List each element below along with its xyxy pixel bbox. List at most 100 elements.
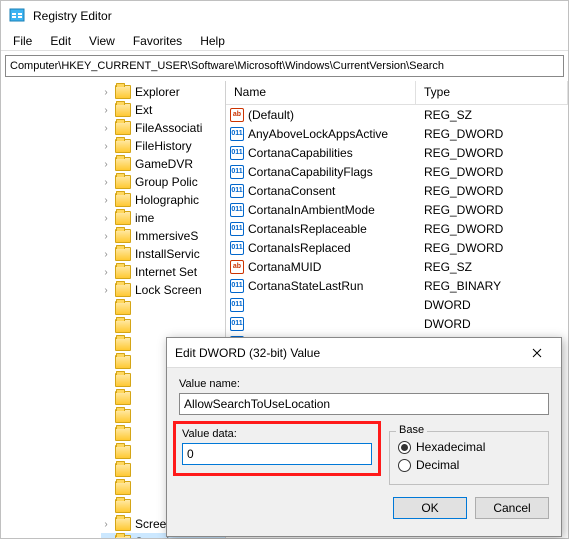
tree-item[interactable]: › Lock Screen bbox=[101, 281, 225, 299]
folder-icon bbox=[115, 85, 131, 99]
tree-item[interactable]: › FileHistory bbox=[101, 137, 225, 155]
reg-binary-icon: 011 bbox=[230, 184, 244, 198]
radio-hexadecimal[interactable]: Hexadecimal bbox=[398, 440, 540, 454]
menu-help[interactable]: Help bbox=[192, 32, 233, 50]
list-row[interactable]: abCortanaMUIDREG_SZ bbox=[226, 257, 568, 276]
folder-icon bbox=[115, 211, 131, 225]
tree-item[interactable]: › FileAssociati bbox=[101, 119, 225, 137]
tree-item[interactable]: › Explorer bbox=[101, 83, 225, 101]
menu-view[interactable]: View bbox=[81, 32, 123, 50]
tree-item-label: Explorer bbox=[135, 85, 180, 99]
radio-dec-label: Decimal bbox=[416, 458, 459, 472]
value-type: REG_DWORD bbox=[416, 222, 568, 236]
value-data-input[interactable] bbox=[182, 443, 372, 465]
edit-dword-dialog: Edit DWORD (32-bit) Value Value name: Va… bbox=[166, 337, 562, 537]
list-row[interactable]: 011CortanaConsentREG_DWORD bbox=[226, 181, 568, 200]
reg-binary-icon: 011 bbox=[230, 165, 244, 179]
reg-sz-icon: ab bbox=[230, 260, 244, 274]
tree-item-label: Holographic bbox=[135, 193, 199, 207]
value-name: CortanaCapabilityFlags bbox=[248, 165, 373, 179]
menu-file[interactable]: File bbox=[5, 32, 40, 50]
folder-icon bbox=[115, 319, 131, 333]
reg-binary-icon: 011 bbox=[230, 222, 244, 236]
address-bar[interactable]: Computer\HKEY_CURRENT_USER\Software\Micr… bbox=[5, 55, 564, 77]
app-icon bbox=[9, 7, 25, 26]
close-button[interactable] bbox=[521, 341, 553, 365]
list-row[interactable]: 011CortanaIsReplaceableREG_DWORD bbox=[226, 219, 568, 238]
tree-item[interactable]: ›InstallServic bbox=[101, 245, 225, 263]
chevron-right-icon[interactable]: › bbox=[101, 87, 111, 98]
list-row[interactable]: 011DWORD bbox=[226, 295, 568, 314]
value-type: DWORD bbox=[416, 317, 568, 331]
value-name: (Default) bbox=[248, 108, 294, 122]
reg-binary-icon: 011 bbox=[230, 279, 244, 293]
list-row[interactable]: 011CortanaCapabilityFlagsREG_DWORD bbox=[226, 162, 568, 181]
tree-item[interactable]: ›ImmersiveS bbox=[101, 227, 225, 245]
menu-favorites[interactable]: Favorites bbox=[125, 32, 190, 50]
tree-item[interactable] bbox=[101, 317, 225, 335]
value-name-input[interactable] bbox=[179, 393, 549, 415]
tree-item[interactable]: › Holographic bbox=[101, 191, 225, 209]
chevron-right-icon[interactable]: › bbox=[101, 177, 111, 188]
list-row[interactable]: 011CortanaCapabilitiesREG_DWORD bbox=[226, 143, 568, 162]
value-name: CortanaInAmbientMode bbox=[248, 203, 375, 217]
folder-icon bbox=[115, 121, 131, 135]
tree-item-label: FileAssociati bbox=[135, 121, 202, 135]
folder-icon bbox=[115, 517, 131, 531]
value-type: REG_DWORD bbox=[416, 127, 568, 141]
menu-edit[interactable]: Edit bbox=[42, 32, 79, 50]
list-row[interactable]: 011DWORD bbox=[226, 314, 568, 333]
list-row[interactable]: 011CortanaInAmbientModeREG_DWORD bbox=[226, 200, 568, 219]
chevron-right-icon[interactable]: › bbox=[101, 105, 111, 116]
dialog-titlebar[interactable]: Edit DWORD (32-bit) Value bbox=[167, 338, 561, 368]
column-name[interactable]: Name bbox=[226, 81, 416, 104]
value-name: CortanaIsReplaced bbox=[248, 241, 351, 255]
folder-icon bbox=[115, 499, 131, 513]
chevron-right-icon[interactable]: › bbox=[101, 231, 111, 242]
reg-binary-icon: 011 bbox=[230, 298, 244, 312]
base-group: Base Hexadecimal Decimal bbox=[389, 431, 549, 485]
dialog-body: Value name: Value data: Base Hexadecimal… bbox=[167, 368, 561, 495]
folder-icon bbox=[115, 427, 131, 441]
tree-item[interactable]: › Ext bbox=[101, 101, 225, 119]
folder-icon bbox=[115, 229, 131, 243]
tree-item[interactable]: ›ime bbox=[101, 209, 225, 227]
chevron-right-icon[interactable]: › bbox=[101, 519, 111, 530]
radio-icon bbox=[398, 441, 411, 454]
reg-binary-icon: 011 bbox=[230, 241, 244, 255]
chevron-right-icon[interactable]: › bbox=[101, 141, 111, 152]
column-type[interactable]: Type bbox=[416, 81, 568, 104]
radio-decimal[interactable]: Decimal bbox=[398, 458, 540, 472]
cancel-button[interactable]: Cancel bbox=[475, 497, 549, 519]
folder-icon bbox=[115, 391, 131, 405]
tree-item-label: FileHistory bbox=[135, 139, 192, 153]
chevron-right-icon[interactable]: › bbox=[101, 285, 111, 296]
chevron-right-icon[interactable]: › bbox=[101, 213, 111, 224]
dialog-buttons: OK Cancel bbox=[167, 495, 561, 531]
folder-icon bbox=[115, 265, 131, 279]
folder-icon bbox=[115, 301, 131, 315]
value-type: REG_DWORD bbox=[416, 203, 568, 217]
ok-button[interactable]: OK bbox=[393, 497, 467, 519]
tree-item[interactable] bbox=[101, 299, 225, 317]
tree-item[interactable]: ›GameDVR bbox=[101, 155, 225, 173]
tree-item[interactable]: ›Internet Set bbox=[101, 263, 225, 281]
chevron-right-icon[interactable]: › bbox=[101, 249, 111, 260]
chevron-right-icon[interactable]: › bbox=[101, 267, 111, 278]
chevron-right-icon[interactable]: › bbox=[101, 159, 111, 170]
tree-item-label: Lock Screen bbox=[135, 283, 202, 297]
list-row[interactable]: 011CortanaStateLastRunREG_BINARY bbox=[226, 276, 568, 295]
list-row[interactable]: ab(Default)REG_SZ bbox=[226, 105, 568, 124]
chevron-right-icon[interactable]: › bbox=[101, 537, 111, 539]
tree-item-label: Ext bbox=[135, 103, 152, 117]
folder-icon bbox=[115, 175, 131, 189]
tree-item[interactable]: ›Group Polic bbox=[101, 173, 225, 191]
dialog-title: Edit DWORD (32-bit) Value bbox=[175, 346, 320, 360]
list-row[interactable]: 011CortanaIsReplacedREG_DWORD bbox=[226, 238, 568, 257]
chevron-right-icon[interactable]: › bbox=[101, 123, 111, 134]
folder-icon bbox=[115, 139, 131, 153]
chevron-right-icon[interactable]: › bbox=[101, 195, 111, 206]
close-icon bbox=[532, 348, 542, 358]
list-row[interactable]: 011AnyAboveLockAppsActiveREG_DWORD bbox=[226, 124, 568, 143]
value-data-label: Value data: bbox=[182, 428, 372, 440]
